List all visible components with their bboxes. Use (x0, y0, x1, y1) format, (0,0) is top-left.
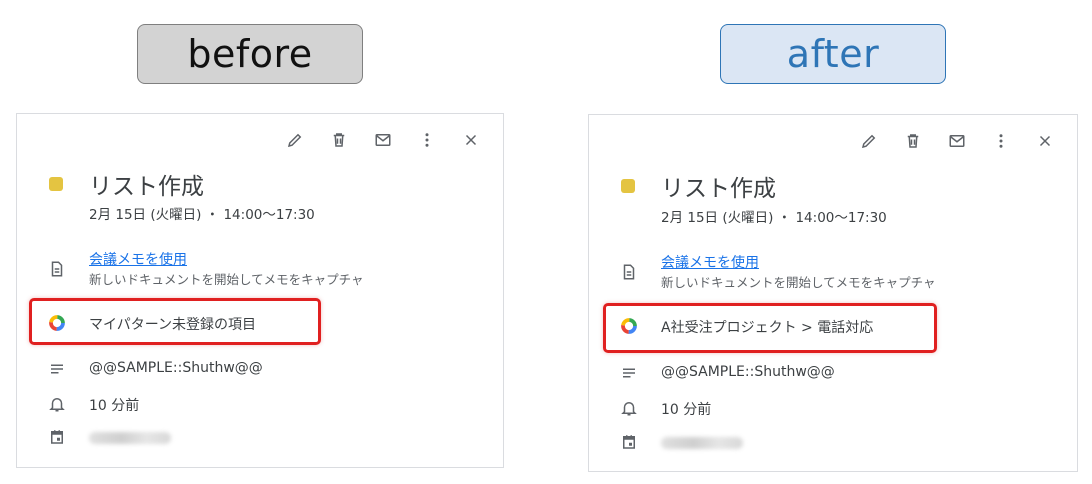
delete-icon[interactable] (891, 127, 935, 155)
meeting-notes-link[interactable]: 会議メモを使用 (89, 249, 364, 269)
event-description: @@SAMPLE::Shuthw@@ (89, 360, 263, 376)
close-icon[interactable] (449, 126, 493, 154)
event-reminder: 10 分前 (89, 398, 140, 414)
highlight-box (29, 298, 321, 345)
event-card-before: リスト作成 2月 15日 (火曜日) ・ 14:00〜17:30 会議メモを使用… (16, 113, 504, 468)
card-toolbar (273, 126, 493, 154)
bell-icon (619, 398, 639, 418)
event-reminder: 10 分前 (661, 402, 712, 418)
event-datetime: 2月 15日 (火曜日) ・ 14:00〜17:30 (661, 210, 887, 226)
event-description: @@SAMPLE::Shuthw@@ (661, 364, 835, 380)
edit-icon[interactable] (273, 126, 317, 154)
meeting-notes-desc: 新しいドキュメントを開始してメモをキャプチャ (661, 275, 936, 290)
close-icon[interactable] (1023, 127, 1067, 155)
event-datetime: 2月 15日 (火曜日) ・ 14:00〜17:30 (89, 207, 315, 223)
document-icon (619, 262, 639, 282)
meeting-notes: 会議メモを使用 新しいドキュメントを開始してメモをキャプチャ (89, 249, 364, 288)
mail-icon[interactable] (935, 127, 979, 155)
document-icon (47, 259, 67, 279)
calendar-name-redacted (89, 432, 171, 444)
event-color-dot (49, 177, 63, 191)
meeting-notes-link[interactable]: 会議メモを使用 (661, 252, 936, 272)
bell-icon (47, 394, 67, 414)
mail-icon[interactable] (361, 126, 405, 154)
before-label: before (137, 24, 363, 84)
meeting-notes-desc: 新しいドキュメントを開始してメモをキャプチャ (89, 272, 364, 287)
event-color-dot (621, 179, 635, 193)
after-label: after (720, 24, 946, 84)
delete-icon[interactable] (317, 126, 361, 154)
card-toolbar (847, 127, 1067, 155)
event-title: リスト作成 (661, 176, 776, 202)
notes-icon (47, 359, 67, 379)
event-title: リスト作成 (89, 174, 204, 200)
meeting-notes: 会議メモを使用 新しいドキュメントを開始してメモをキャプチャ (661, 252, 936, 291)
edit-icon[interactable] (847, 127, 891, 155)
more-icon[interactable] (405, 126, 449, 154)
notes-icon (619, 363, 639, 383)
more-icon[interactable] (979, 127, 1023, 155)
calendar-icon (47, 427, 67, 447)
calendar-icon (619, 432, 639, 452)
calendar-name-redacted (661, 437, 743, 449)
highlight-box (603, 303, 937, 353)
event-card-after: リスト作成 2月 15日 (火曜日) ・ 14:00〜17:30 会議メモを使用… (588, 114, 1078, 472)
